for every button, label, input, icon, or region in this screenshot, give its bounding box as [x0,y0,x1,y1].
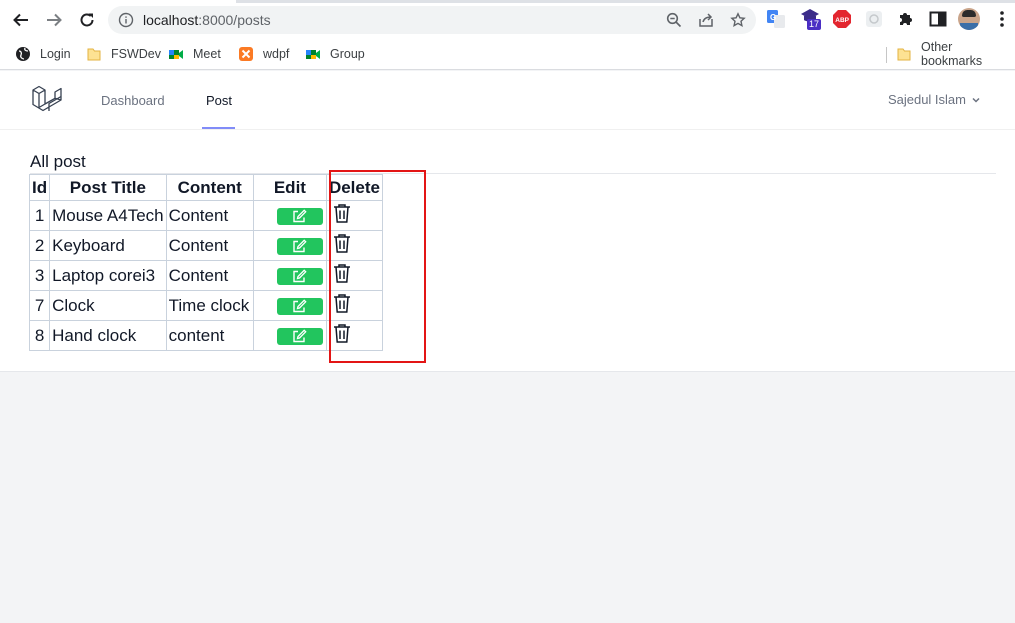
url-text: localhost:8000/posts [143,12,271,28]
user-name: Sajedul Islam [887,92,966,107]
edit-icon [293,328,307,342]
forward-arrow-icon[interactable] [42,8,66,32]
laravel-logo-icon[interactable] [31,84,63,116]
user-dropdown[interactable]: Sajedul Islam [888,92,981,107]
tab-strip [0,0,1015,3]
trash-icon[interactable] [333,323,351,348]
edit-button[interactable] [276,267,323,285]
trash-icon[interactable] [333,233,351,258]
folder-icon [87,48,101,61]
cell-content: Content [165,200,254,231]
edit-icon [293,238,307,252]
student-extension-icon[interactable]: 17 [800,8,826,34]
table-row: 7 Clock Time clock [28,290,383,321]
cell-id: 7 [28,290,51,321]
cell-title: Laptop corei3 [49,260,167,291]
edit-button[interactable] [276,207,323,225]
nav-dashboard-link[interactable]: Dashboard [101,93,165,108]
xampp-icon [239,47,253,61]
column-header-id: Id [28,174,51,201]
bookmark-fswdev[interactable]: FSWDev [86,44,161,64]
cell-edit [252,260,327,291]
active-nav-indicator [202,127,235,129]
column-header-content: Content [165,174,254,201]
cell-delete [325,290,383,321]
main-content: All post Id Post Title Content Edit Dele… [0,130,1015,372]
cell-title: Clock [49,290,167,321]
cell-delete [325,230,383,261]
bookmark-login[interactable]: Login [15,44,71,64]
cell-edit [252,230,327,261]
globe-icon [16,47,30,61]
bookmark-star-icon[interactable] [730,12,746,28]
svg-text:ABP: ABP [835,17,849,24]
svg-text:G: G [770,13,776,22]
share-icon[interactable] [698,12,714,28]
extension-icon[interactable] [864,9,884,29]
cell-delete [325,260,383,291]
table-row: 3 Laptop corei3 Content [28,260,383,291]
extension-badge: 17 [807,19,822,30]
profile-avatar[interactable] [958,8,980,30]
bookmarks-bar: Login FSWDev Meet wdpf Group Other bookm… [0,38,1015,70]
browser-toolbar: localhost:8000/posts G 17 ABP [0,0,1015,38]
zoom-icon[interactable] [666,12,682,28]
column-header-delete: Delete [325,174,383,201]
cell-id: 8 [28,320,51,351]
trash-icon[interactable] [333,203,351,228]
posts-table: Id Post Title Content Edit Delete 1 Mous… [28,174,383,351]
bookmarks-separator [886,47,887,63]
cell-edit [252,200,327,231]
edit-button[interactable] [276,327,323,345]
cell-title: Mouse A4Tech [49,200,167,231]
bookmark-wdpf[interactable]: wdpf [238,44,289,64]
cell-id: 3 [28,260,51,291]
nav-post-link[interactable]: Post [206,93,232,108]
column-header-edit: Edit [252,174,327,201]
trash-icon[interactable] [333,263,351,288]
reload-icon[interactable] [75,8,99,32]
cell-content: Content [165,230,254,261]
cell-id: 1 [28,200,51,231]
cell-delete [325,320,383,351]
bookmark-other[interactable]: Other bookmarks [896,40,1015,68]
app-navbar: Dashboard Post Sajedul Islam [0,71,1015,130]
bookmark-meet[interactable]: Meet [168,44,221,64]
chevron-down-icon [972,97,980,103]
cell-title: Hand clock [49,320,167,351]
table-row: 2 Keyboard Content [28,230,383,261]
cell-content: Content [165,260,254,291]
edit-icon [293,268,307,282]
bookmark-group[interactable]: Group [305,44,365,64]
folder-icon [897,48,911,61]
trash-icon[interactable] [333,293,351,318]
google-meet-icon [306,50,320,59]
table-row: 1 Mouse A4Tech Content [28,200,383,231]
back-arrow-icon[interactable] [9,8,33,32]
table-header-row: Id Post Title Content Edit Delete [28,174,383,201]
google-translate-icon[interactable]: G [766,9,786,29]
column-header-title: Post Title [49,174,167,201]
cell-content: Time clock [165,290,254,321]
adblock-plus-icon[interactable]: ABP [832,9,852,29]
edit-icon [293,208,307,222]
edit-button[interactable] [276,237,323,255]
kebab-menu-icon[interactable] [992,9,1012,29]
cell-edit [252,290,327,321]
side-panel-icon[interactable] [928,9,948,29]
active-tab-edge [0,0,236,3]
cell-edit [252,320,327,351]
page-title: All post [30,152,86,171]
table-row: 8 Hand clock content [28,320,383,351]
address-bar[interactable]: localhost:8000/posts [108,6,756,34]
cell-content: content [165,320,254,351]
google-meet-icon [169,50,183,59]
cell-delete [325,200,383,231]
cell-title: Keyboard [49,230,167,261]
info-icon[interactable] [118,12,134,28]
edit-button[interactable] [276,297,323,315]
puzzle-icon[interactable] [896,9,916,29]
edit-icon [293,298,307,312]
cell-id: 2 [28,230,51,261]
